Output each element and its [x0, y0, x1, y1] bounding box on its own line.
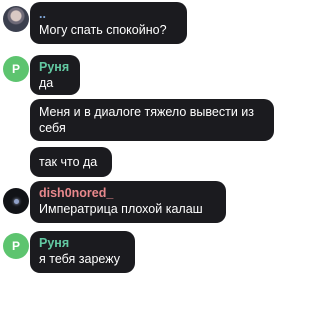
avatar-letter: Р	[11, 239, 20, 253]
message-sender[interactable]: Руня	[39, 236, 126, 251]
message-text-line: себя	[39, 121, 66, 135]
message-text: я тебя зарежу	[39, 252, 120, 266]
avatar-letter: Р	[11, 62, 20, 76]
user-avatar[interactable]: Р	[3, 56, 29, 82]
message-bubble[interactable]: так что да	[30, 147, 112, 177]
orb-icon	[13, 198, 19, 204]
message-bubble[interactable]: .. Могу спать спокойно?	[30, 2, 187, 44]
message-text-line: Меня и в диалоге тяжело вывести из	[39, 105, 255, 119]
message-sender[interactable]: ..	[39, 7, 178, 22]
user-avatar[interactable]	[3, 188, 29, 214]
user-avatar[interactable]	[3, 6, 29, 32]
user-avatar[interactable]: Р	[3, 233, 29, 259]
message-text: Императрица плохой калаш	[39, 202, 203, 216]
message-text: Могу спать спокойно?	[39, 23, 167, 37]
message-text: так что да	[39, 155, 98, 169]
message-text: да	[39, 76, 54, 90]
message-bubble[interactable]: Руня да	[30, 55, 80, 95]
message-sender[interactable]: dish0nored_	[39, 186, 217, 201]
message-bubble[interactable]: Меня и в диалоге тяжело вывести из себя	[30, 99, 274, 141]
message-bubble[interactable]: dish0nored_ Императрица плохой калаш	[30, 181, 226, 223]
message-sender[interactable]: Руня	[39, 60, 71, 75]
message-bubble[interactable]: Руня я тебя зарежу	[30, 231, 135, 273]
